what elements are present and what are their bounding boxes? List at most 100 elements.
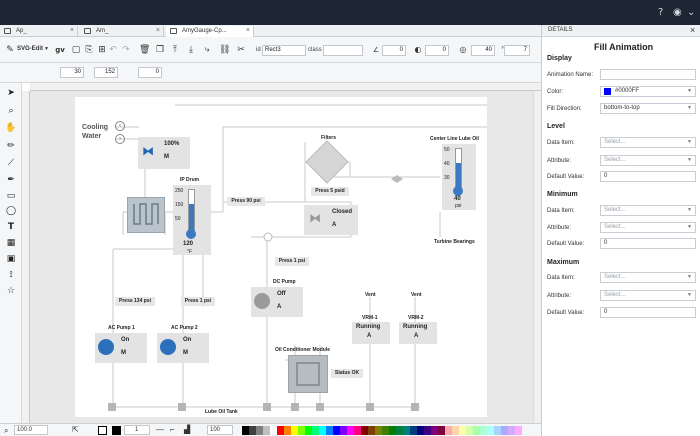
clone-icon[interactable]: ❐ [155,45,165,55]
color-swatch[interactable] [515,426,522,435]
color-swatch[interactable] [256,426,263,435]
color-swatch[interactable] [333,426,340,435]
max-data-item-select[interactable]: Select... ▼ [600,272,696,283]
tab-ap[interactable]: Ap_ × [0,26,78,37]
redo-icon[interactable]: ↷ [121,45,131,55]
color-swatch[interactable] [312,426,319,435]
level-default-input[interactable]: 0 [600,171,696,182]
blur-input[interactable]: 0 [425,45,449,56]
rect-tool-icon[interactable]: ▭ [5,190,17,202]
chevron-left-icon[interactable]: ‹ [115,121,125,131]
cooling-valve-display[interactable]: ⧓ 100% M [138,137,190,169]
color-swatch[interactable] [452,426,459,435]
x-input[interactable]: 30 [60,67,84,78]
grid-icon[interactable]: ⊞ [97,45,107,55]
dash-icon[interactable]: — [156,425,164,434]
color-swatch[interactable] [487,426,494,435]
angle-input[interactable]: 0 [382,45,406,56]
undo-icon[interactable]: ↶ [108,45,118,55]
color-swatch[interactable] [298,426,305,435]
vrm2-display[interactable]: Running A [399,322,437,344]
color-swatch[interactable] [270,426,277,435]
opacity-input[interactable]: 100 [207,425,233,435]
help-icon[interactable]: ? [658,7,663,18]
color-swatch[interactable] [396,426,403,435]
color-swatch[interactable] [263,426,270,435]
color-swatch[interactable] [277,426,284,435]
close-icon[interactable]: × [156,26,160,36]
color-swatch[interactable] [382,426,389,435]
tab-am[interactable]: Am_ × [80,26,164,37]
stroke-swatch[interactable] [98,426,107,435]
level-attribute-select[interactable]: Select... ▼ [600,155,696,166]
level-data-item-select[interactable]: Select... ▼ [600,137,696,148]
color-swatch[interactable] [431,426,438,435]
min-default-input[interactable]: 0 [600,238,696,249]
max-attribute-select[interactable]: Select... ▼ [600,290,696,301]
unlink-icon[interactable]: ✂ [236,45,246,55]
text-tool-icon[interactable]: T [5,221,17,233]
stroke-width-input[interactable]: 1 [124,425,150,435]
ac-pump2-display[interactable]: On M [157,333,209,363]
corner-radius-input[interactable]: 7 [504,45,530,56]
move-top-icon[interactable]: ⤒ [170,45,180,55]
press-1-left-tag[interactable]: Press 1 psi [181,297,215,306]
min-data-item-select[interactable]: Select... ▼ [600,205,696,216]
marker-icon[interactable]: ▟ [184,425,190,434]
color-swatch[interactable] [284,426,291,435]
pencil-tool-icon[interactable]: ✏ [5,140,17,152]
color-swatch[interactable] [375,426,382,435]
ac-pump1-display[interactable]: On M [95,333,147,363]
center-line-gauge[interactable]: 50 40 30 40 psi [442,144,476,210]
color-swatch[interactable] [445,426,452,435]
color-swatch[interactable] [347,426,354,435]
color-swatch[interactable] [305,426,312,435]
color-swatch[interactable] [361,426,368,435]
fill-swatch[interactable] [112,426,121,435]
color-swatch[interactable] [417,426,424,435]
zoom-tool-icon[interactable]: ⌕ [5,105,17,117]
status-ok-tag[interactable]: Status OK [331,369,363,378]
color-select[interactable]: #0000FF ▼ [600,86,696,97]
color-palette[interactable] [242,426,536,435]
symbol-tool-icon[interactable]: ▣ [5,253,17,265]
press-5-tag[interactable]: Press 5 psid [311,187,349,196]
color-swatch[interactable] [494,426,501,435]
new-file-icon[interactable]: ▢ [71,45,81,55]
color-swatch[interactable] [389,426,396,435]
color-swatch[interactable] [340,426,347,435]
color-swatch[interactable] [438,426,445,435]
color-swatch[interactable] [424,426,431,435]
color-swatch[interactable] [480,426,487,435]
color-swatch[interactable] [473,426,480,435]
color-swatch[interactable] [508,426,515,435]
color-swatch[interactable] [354,426,361,435]
pan-tool-icon[interactable]: ✋ [5,122,17,134]
press-134-tag[interactable]: Press 134 psi [115,297,155,306]
press-90-tag[interactable]: Press 90 psi [227,197,265,206]
oil-conditioner-module[interactable] [288,355,328,393]
image-tool-icon[interactable]: ▦ [5,237,17,249]
open-icon[interactable]: ⎘ [84,45,94,55]
color-swatch[interactable] [319,426,326,435]
class-input[interactable] [323,45,363,56]
close-icon[interactable]: × [70,26,74,36]
color-swatch[interactable] [459,426,466,435]
width-input[interactable]: 0 [138,67,162,78]
close-icon[interactable]: × [690,25,695,35]
link-icon[interactable]: ⛓ [219,45,230,55]
star-tool-icon[interactable]: ☆ [5,285,17,297]
vertical-scrollbar[interactable] [533,91,541,423]
diagram-canvas[interactable]: Cooling Water ‹ › ⧓ 100% M IP Drum 250 1… [75,97,487,417]
vrm1-display[interactable]: Running A [352,322,390,344]
close-icon[interactable]: × [246,26,250,36]
move-bottom-icon[interactable]: ⤓ [186,45,196,55]
max-default-input[interactable]: 0 [600,307,696,318]
press-1-top-tag[interactable]: Press 1 psi [275,257,309,266]
delete-icon[interactable]: 🗑 [139,45,150,55]
chevron-down-icon[interactable]: ▼ [44,46,49,52]
color-swatch[interactable] [326,426,333,435]
color-swatch[interactable] [249,426,256,435]
select-tool-icon[interactable]: ➤ [5,87,17,99]
ip-drum-gauge[interactable]: 250 150 50 120 °F [173,185,211,255]
